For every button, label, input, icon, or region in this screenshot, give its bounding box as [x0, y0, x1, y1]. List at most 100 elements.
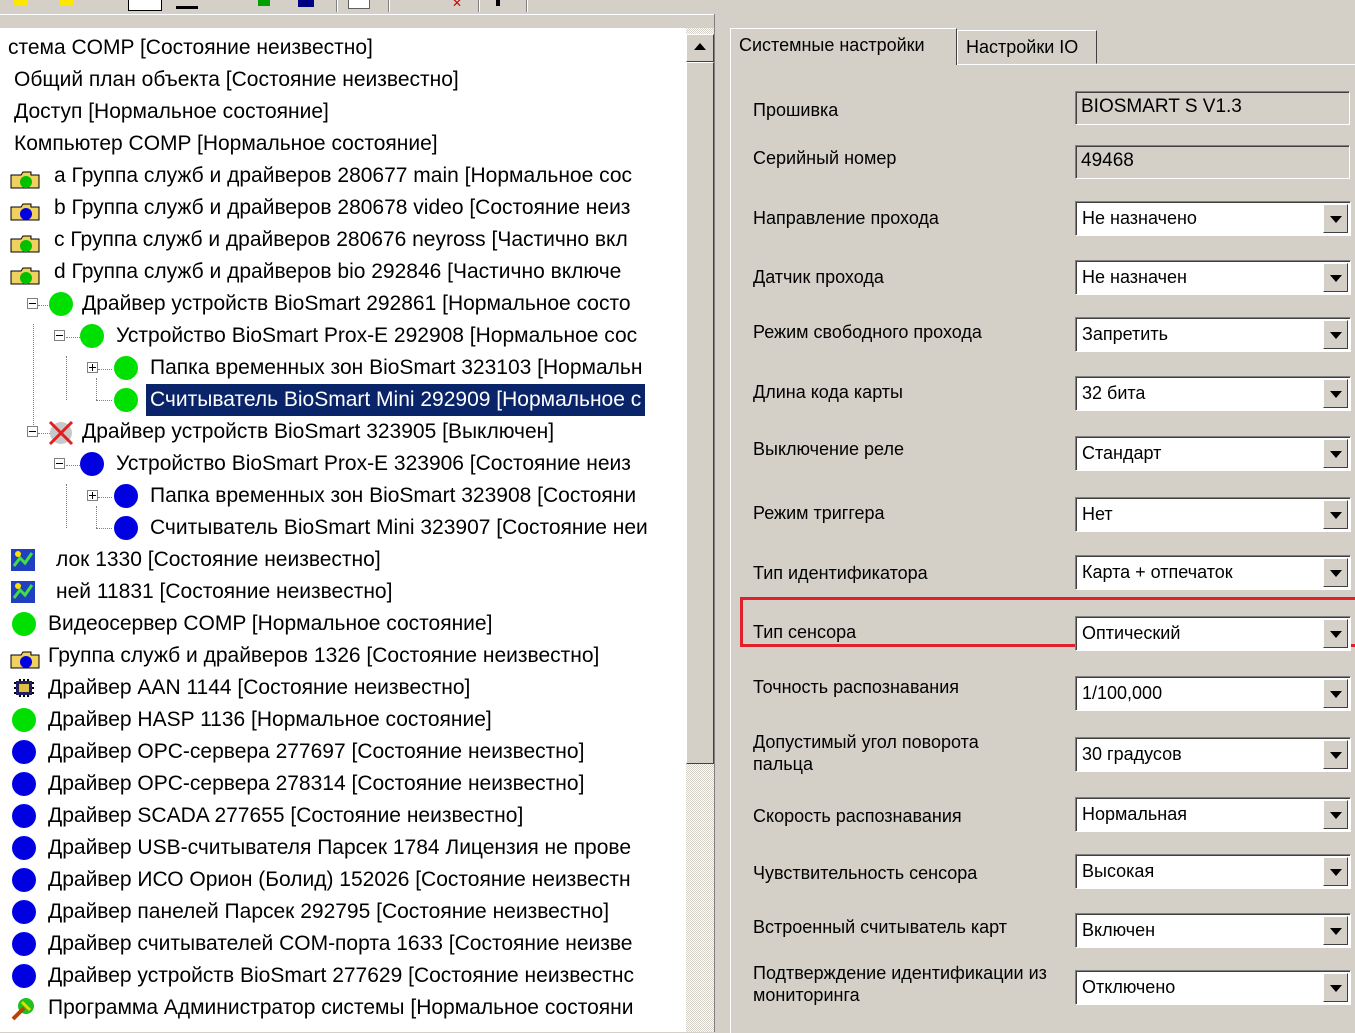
- code-length-value: 32 бита: [1082, 383, 1146, 403]
- tree-item-label: стема COMP [Состояние неизвестно]: [8, 36, 373, 59]
- expand-toggle[interactable]: [87, 362, 98, 373]
- tree-item[interactable]: Драйвер считывателей COM-порта 1633 [Сос…: [0, 928, 686, 960]
- chevron-down-icon[interactable]: [1323, 916, 1348, 945]
- chevron-down-icon[interactable]: [1323, 619, 1348, 648]
- tree-item[interactable]: Доступ [Нормальное состояние]: [0, 96, 686, 128]
- toolbar-arrow-icon[interactable]: [496, 0, 500, 6]
- collapse-toggle[interactable]: [54, 330, 65, 341]
- tab-system-settings[interactable]: Системные настройки: [730, 28, 957, 65]
- collapse-toggle[interactable]: [27, 426, 38, 437]
- status-blue-icon: [12, 804, 36, 828]
- tree-item-label: a Группа служб и драйверов 280677 main […: [54, 164, 633, 187]
- tree-item[interactable]: Драйвер OPC-сервера 277697 [Состояние не…: [0, 736, 686, 768]
- tree-item[interactable]: Считыватель BioSmart Mini 323907 [Состоя…: [0, 512, 686, 544]
- direction-select[interactable]: Не назначено: [1075, 201, 1351, 236]
- toolbar-yellow-icon-2[interactable]: [60, 0, 74, 6]
- tree-item[interactable]: Общий план объекта [Состояние неизвестно…: [0, 64, 686, 96]
- status-green-icon: [49, 292, 73, 316]
- tree-item[interactable]: Папка временных зон BioSmart 323103 [Нор…: [0, 352, 686, 384]
- chevron-down-icon[interactable]: [1323, 857, 1348, 886]
- rotation-select[interactable]: 30 градусов: [1075, 737, 1351, 772]
- toolbar-delete-icon[interactable]: ✕: [452, 0, 466, 9]
- chevron-down-icon[interactable]: [1323, 740, 1348, 769]
- relay-off-select[interactable]: Стандарт: [1075, 436, 1351, 471]
- chip-icon: [12, 677, 36, 699]
- tree-item[interactable]: Устройство BioSmart Prox-E 323906 [Состо…: [0, 448, 686, 480]
- id-type-select[interactable]: Карта + отпечаток: [1075, 555, 1351, 590]
- tree-item[interactable]: Устройство BioSmart Prox-E 292908 [Норма…: [0, 320, 686, 352]
- toolbar-page-icon[interactable]: [348, 0, 370, 9]
- collapse-toggle[interactable]: [27, 298, 38, 309]
- serial-label: Серийный номер: [753, 148, 897, 168]
- tree-item-selected[interactable]: Считыватель BioSmart Mini 292909 [Нормал…: [0, 384, 686, 416]
- card-reader-select[interactable]: Включен: [1075, 913, 1351, 948]
- tree-item[interactable]: b Группа служб и драйверов 280678 video …: [0, 192, 686, 224]
- firmware-label: Прошивка: [753, 100, 839, 120]
- toolbar-list-icon[interactable]: [128, 0, 162, 11]
- tree-item-label: лок 1330 [Состояние неизвестно]: [56, 548, 381, 571]
- sensitivity-select[interactable]: Высокая: [1075, 854, 1351, 889]
- tree-item[interactable]: Группа служб и драйверов 1326 [Состояние…: [0, 640, 686, 672]
- chevron-down-icon[interactable]: [1323, 800, 1348, 829]
- status-blue-icon: [12, 900, 36, 924]
- tree-item[interactable]: ней 11831 [Состояние неизвестно]: [0, 576, 686, 608]
- tree-item[interactable]: Компьютер COMP [Нормальное состояние]: [0, 128, 686, 160]
- confirm-select[interactable]: Отключено: [1075, 970, 1351, 1005]
- tree-item-partial[interactable]: [0, 1024, 686, 1032]
- tree-item[interactable]: Видеосервер COMP [Нормальное состояние]: [0, 608, 686, 640]
- status-green-icon: [114, 356, 138, 380]
- tree-item[interactable]: Папка временных зон BioSmart 323908 [Сос…: [0, 480, 686, 512]
- accuracy-select[interactable]: 1/100,000: [1075, 676, 1351, 711]
- tree-item[interactable]: стема COMP [Состояние неизвестно]: [0, 32, 686, 64]
- object-tree[interactable]: стема COMP [Состояние неизвестно] Общий …: [0, 28, 686, 1032]
- tree-item[interactable]: a Группа служб и драйверов 280677 main […: [0, 160, 686, 192]
- chevron-down-icon[interactable]: [1323, 500, 1348, 529]
- tree-scrollbar[interactable]: [686, 28, 714, 1032]
- chevron-down-icon[interactable]: [1323, 679, 1348, 708]
- chevron-down-icon[interactable]: [1323, 204, 1348, 233]
- speed-select[interactable]: Нормальная: [1075, 797, 1351, 832]
- tree-item[interactable]: Драйвер устройств BioSmart 277629 [Состо…: [0, 960, 686, 992]
- toolbar-line-icon[interactable]: [176, 6, 198, 9]
- card-reader-label: Встроенный считыватель карт: [753, 917, 1008, 937]
- tree-item[interactable]: c Группа служб и драйверов 280676 neyros…: [0, 224, 686, 256]
- tree-item[interactable]: Драйвер AAN 1144 [Состояние неизвестно]: [0, 672, 686, 704]
- scroll-thumb[interactable]: [686, 62, 714, 764]
- tree-item[interactable]: Драйвер USB-считывателя Парсек 1784 Лице…: [0, 832, 686, 864]
- tree-item[interactable]: Драйвер панелей Парсек 292795 [Состояние…: [0, 896, 686, 928]
- tree-item[interactable]: Драйвер HASP 1136 [Нормальное состояние]: [0, 704, 686, 736]
- disabled-x-icon: [48, 420, 74, 446]
- tree-item-label: Программа Администратор системы [Нормаль…: [48, 996, 634, 1019]
- expand-toggle[interactable]: [87, 490, 98, 501]
- tree-item[interactable]: лок 1330 [Состояние неизвестно]: [0, 544, 686, 576]
- chevron-down-icon[interactable]: [1323, 558, 1348, 587]
- toolbar-green-icon[interactable]: [258, 0, 270, 6]
- status-green-icon: [12, 708, 36, 732]
- tree-item[interactable]: Драйвер OPC-сервера 278314 [Состояние не…: [0, 768, 686, 800]
- sensor-pass-select[interactable]: Не назначен: [1075, 260, 1351, 295]
- collapse-toggle[interactable]: [54, 458, 65, 469]
- tree-item[interactable]: Драйвер ИСО Орион (Болид) 152026 [Состоя…: [0, 864, 686, 896]
- tree-item-label: Драйвер устройств BioSmart 277629 [Состо…: [48, 964, 635, 987]
- status-blue-icon: [12, 932, 36, 956]
- toolbar: ✕: [0, 0, 1355, 15]
- tab-io-settings[interactable]: Настройки IO: [957, 30, 1097, 64]
- chevron-down-icon[interactable]: [1323, 379, 1348, 408]
- tree-item-label: Драйвер SCADA 277655 [Состояние неизвест…: [48, 804, 524, 827]
- chevron-down-icon[interactable]: [1323, 263, 1348, 292]
- free-pass-select[interactable]: Запретить: [1075, 317, 1351, 352]
- chevron-down-icon[interactable]: [1323, 320, 1348, 349]
- tree-item[interactable]: Драйвер устройств BioSmart 323905 [Выклю…: [0, 416, 686, 448]
- toolbar-blue-icon[interactable]: [298, 0, 314, 7]
- chevron-down-icon[interactable]: [1323, 973, 1348, 1002]
- trigger-mode-select[interactable]: Нет: [1075, 497, 1351, 532]
- toolbar-yellow-icon[interactable]: [14, 0, 28, 6]
- scroll-up-button[interactable]: [686, 34, 714, 62]
- sensor-type-select[interactable]: Оптический: [1075, 616, 1351, 651]
- tree-item[interactable]: Драйвер устройств BioSmart 292861 [Норма…: [0, 288, 686, 320]
- chevron-down-icon[interactable]: [1323, 439, 1348, 468]
- tree-item[interactable]: Программа Администратор системы [Нормаль…: [0, 992, 686, 1024]
- tree-item[interactable]: Драйвер SCADA 277655 [Состояние неизвест…: [0, 800, 686, 832]
- code-length-select[interactable]: 32 бита: [1075, 376, 1351, 411]
- tree-item[interactable]: d Группа служб и драйверов bio 292846 [Ч…: [0, 256, 686, 288]
